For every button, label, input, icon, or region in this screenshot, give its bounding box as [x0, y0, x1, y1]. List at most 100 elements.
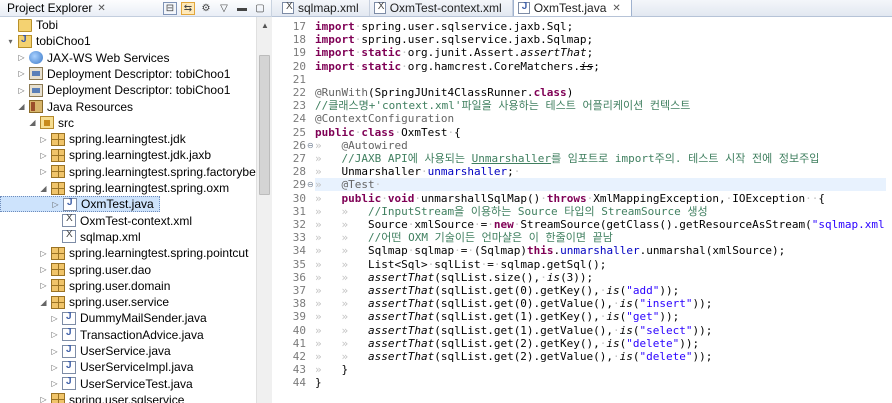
tree-item[interactable]: ◢ Java Resources: [0, 99, 133, 115]
tree-item-label: spring.learningtest.jdk.jaxb: [69, 148, 212, 163]
tree-item[interactable]: ▷ OxmTest.java: [0, 196, 160, 213]
tree-item[interactable]: ▷ Deployment Descriptor: tobiChoo1: [0, 82, 230, 98]
editor-tab[interactable]: OxmTest.java ✕: [512, 0, 632, 16]
close-tab-icon[interactable]: ✕: [612, 3, 620, 14]
project-tree: Tobi ▾ tobiChoo1 ▷ JAX-WS Web Services ▷ Deplo…: [0, 17, 256, 403]
collapsed-arrow-icon[interactable]: ▷: [50, 363, 59, 372]
tree-item[interactable]: ◢ spring.user.service: [0, 294, 169, 310]
editor-tab[interactable]: OxmTest-context.xml: [370, 0, 513, 16]
code-line[interactable]: » » assertThat(sqlList.get(2).getValue()…: [315, 350, 712, 363]
collapse-all-icon[interactable]: ⊟: [163, 1, 177, 15]
code-line[interactable]: » » Source·xmlSource·=·new·StreamSource(…: [315, 218, 886, 231]
code-line[interactable]: @ContextConfiguration: [315, 112, 454, 125]
code-line[interactable]: import·spring.user.sqlservice.jaxb.Sql;: [315, 20, 573, 33]
tree-item[interactable]: ▷ UserServiceImpl.java: [0, 359, 193, 375]
fold-toggle-icon[interactable]: ⊖: [307, 139, 314, 152]
tree-item[interactable]: ▷ spring.user.sqlservice: [0, 392, 184, 403]
scroll-up-icon[interactable]: ▲: [257, 17, 273, 33]
close-icon[interactable]: ✕: [97, 3, 105, 14]
code-line[interactable]: public·class·OxmTest·{: [315, 126, 461, 139]
line-number: 36: [292, 270, 306, 284]
minimize-icon[interactable]: ▬: [235, 2, 249, 15]
code-line[interactable]: » » assertThat(sqlList.get(0).getValue()…: [315, 297, 712, 310]
code-line[interactable]: » » assertThat(sqlList.get(1).getValue()…: [315, 324, 712, 337]
code-line[interactable]: » @Autowired: [315, 139, 408, 152]
code-line[interactable]: » » assertThat(sqlList.get(1).getKey(),·…: [315, 310, 679, 323]
fold-toggle-icon[interactable]: ⊖: [307, 178, 314, 191]
tree-item[interactable]: sqlmap.xml: [0, 229, 141, 245]
collapsed-arrow-icon[interactable]: ▷: [39, 265, 48, 274]
tree-item[interactable]: ▷ UserServiceTest.java: [0, 376, 192, 392]
tree-item[interactable]: ▷ spring.learningtest.jdk.jaxb: [0, 147, 211, 163]
expanded-arrow-icon[interactable]: ◢: [28, 118, 37, 127]
editor-tab[interactable]: sqlmap.xml: [278, 0, 370, 16]
collapsed-arrow-icon[interactable]: ▷: [39, 281, 48, 290]
java-element-filter-icon[interactable]: ⚙: [199, 2, 213, 15]
tree-item[interactable]: ▾ tobiChoo1: [0, 33, 90, 49]
collapsed-arrow-icon[interactable]: ▷: [39, 135, 48, 144]
code-line[interactable]: » » //어떤 OXM 기술이든 언마샬은 이 한줄이면 끝남: [315, 231, 613, 244]
collapsed-arrow-icon[interactable]: ▷: [17, 86, 26, 95]
code-line[interactable]: » @Test·: [315, 178, 886, 192]
java-file-icon: [63, 197, 77, 211]
collapsed-arrow-icon[interactable]: ▷: [17, 69, 26, 78]
scrollbar-thumb[interactable]: [259, 55, 270, 195]
tree-item[interactable]: ▷ spring.learningtest.spring.pointcut: [0, 245, 248, 261]
expanded-arrow-icon[interactable]: ◢: [39, 298, 48, 307]
line-number-gutter: 17 18 19 20 21 22 23 24 25 26 ⊖ 27 28 29 ⊖ 30 31 32 33 34 35…: [272, 17, 314, 403]
code-line[interactable]: //클래스명+'context.xml'파일을 사용하는 테스트 어플리케이션 …: [315, 99, 690, 112]
collapsed-arrow-icon[interactable]: ▷: [39, 249, 48, 258]
code-line[interactable]: » » Sqlmap·sqlmap·=·(Sqlmap)this.unmarsh…: [315, 244, 785, 257]
tree-item[interactable]: ▷ spring.learningtest.spring.factorybean: [0, 164, 256, 180]
code-line[interactable]: » //JAXB API에 사용되는 Unmarshaller를 임포트로 im…: [315, 152, 819, 165]
code-line[interactable]: » » List<Sql>·sqlList·=·sqlmap.getSql();: [315, 258, 606, 271]
collapsed-arrow-icon[interactable]: ▷: [39, 395, 48, 403]
tree-item[interactable]: ▷ UserService.java: [0, 343, 170, 359]
code-editor[interactable]: 17 18 19 20 21 22 23 24 25 26 ⊖ 27 28 29 ⊖ 30 31 32 33 34 35…: [272, 17, 892, 403]
expanded-arrow-icon[interactable]: ▾: [6, 37, 15, 46]
collapsed-arrow-icon[interactable]: ▷: [50, 347, 59, 356]
collapsed-arrow-icon[interactable]: ▷: [39, 151, 48, 160]
tree-item[interactable]: ▷ spring.learningtest.jdk: [0, 131, 185, 147]
collapsed-arrow-icon[interactable]: ▷: [17, 53, 26, 62]
collapsed-arrow-icon[interactable]: ▷: [50, 379, 59, 388]
tree-item[interactable]: ▷ JAX-WS Web Services: [0, 50, 169, 66]
collapsed-arrow-icon[interactable]: ▷: [50, 314, 59, 323]
tree-item-label: sqlmap.xml: [80, 229, 141, 244]
code-line[interactable]: » }: [315, 363, 348, 376]
tree-item[interactable]: ▷ spring.user.dao: [0, 262, 151, 278]
code-text-area[interactable]: import·spring.user.sqlservice.jaxb.Sql; i…: [315, 17, 886, 403]
expanded-arrow-icon[interactable]: ◢: [39, 184, 48, 193]
collapsed-arrow-icon[interactable]: ▷: [39, 167, 48, 176]
code-line[interactable]: » Unmarshaller·unmarshaller;·: [315, 165, 520, 178]
view-menu-icon[interactable]: ▽: [217, 2, 231, 15]
tree-item[interactable]: ◢ spring.learningtest.spring.oxm: [0, 180, 229, 196]
line-number: 30: [292, 191, 306, 205]
tree-item[interactable]: OxmTest-context.xml: [0, 213, 192, 229]
tree-item[interactable]: ▷ Deployment Descriptor: tobiChoo1: [0, 66, 230, 82]
code-line[interactable]: @RunWith(SpringJUnit4ClassRunner.class): [315, 86, 573, 99]
code-line[interactable]: » » assertThat(sqlList.get(0).getKey(),·…: [315, 284, 679, 297]
link-with-editor-icon[interactable]: ⇆: [181, 1, 195, 15]
code-line[interactable]: }: [315, 376, 322, 389]
tree-scrollbar[interactable]: ▲: [256, 17, 272, 403]
collapsed-arrow-icon[interactable]: ▷: [50, 330, 59, 339]
code-line[interactable]: import·static·org.junit.Assert.assertTha…: [315, 46, 593, 59]
expanded-arrow-icon[interactable]: ◢: [17, 102, 26, 111]
maximize-icon[interactable]: ▢: [253, 2, 267, 15]
tree-item[interactable]: ▷ spring.user.domain: [0, 278, 170, 294]
code-line[interactable]: import·spring.user.sqlservice.jaxb.Sqlma…: [315, 33, 593, 46]
code-line[interactable]: » » assertThat(sqlList.get(2).getKey(),·…: [315, 337, 699, 350]
package-icon: [51, 263, 65, 276]
code-line[interactable]: » » //InputStream을 이용하는 Source 타입의 Strea…: [315, 205, 708, 218]
code-line[interactable]: » public·void·unmarshallSqlMap()·throws·…: [315, 192, 825, 205]
tree-item[interactable]: ◢ src: [0, 115, 74, 131]
tree-item[interactable]: ▷ TransactionAdvice.java: [0, 327, 203, 343]
project-explorer-tab[interactable]: Project Explorer ✕: [3, 0, 110, 17]
collapsed-arrow-icon[interactable]: ▷: [51, 200, 60, 209]
code-line[interactable]: import·static·org.hamcrest.CoreMatchers.…: [315, 60, 600, 73]
tree-item[interactable]: Tobi: [0, 17, 58, 33]
code-line[interactable]: » » assertThat(sqlList.size(),·is(3));: [315, 271, 593, 284]
editor-tab-label: OxmTest.java: [533, 1, 607, 15]
tree-item[interactable]: ▷ DummyMailSender.java: [0, 310, 206, 326]
